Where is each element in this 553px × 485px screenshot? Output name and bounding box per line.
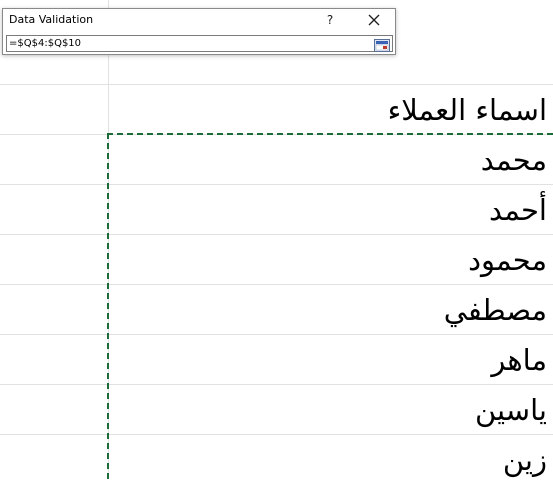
data-validation-dialog: Data Validation ? [2, 8, 396, 55]
dialog-title: Data Validation [9, 13, 94, 26]
source-range-input[interactable] [9, 36, 369, 51]
reference-field[interactable] [6, 35, 393, 52]
range-select-icon [374, 39, 390, 52]
header-cell[interactable]: اسماء العملاء [388, 85, 547, 135]
spreadsheet-grid[interactable]: اسماء العملاء محمد أحمد محمود مصطفي ماهر… [0, 0, 553, 479]
close-icon [368, 14, 380, 26]
range-selection-marquee [107, 133, 553, 479]
help-button[interactable]: ? [323, 11, 337, 29]
close-button[interactable] [363, 11, 385, 29]
expand-dialog-button[interactable] [374, 37, 390, 52]
